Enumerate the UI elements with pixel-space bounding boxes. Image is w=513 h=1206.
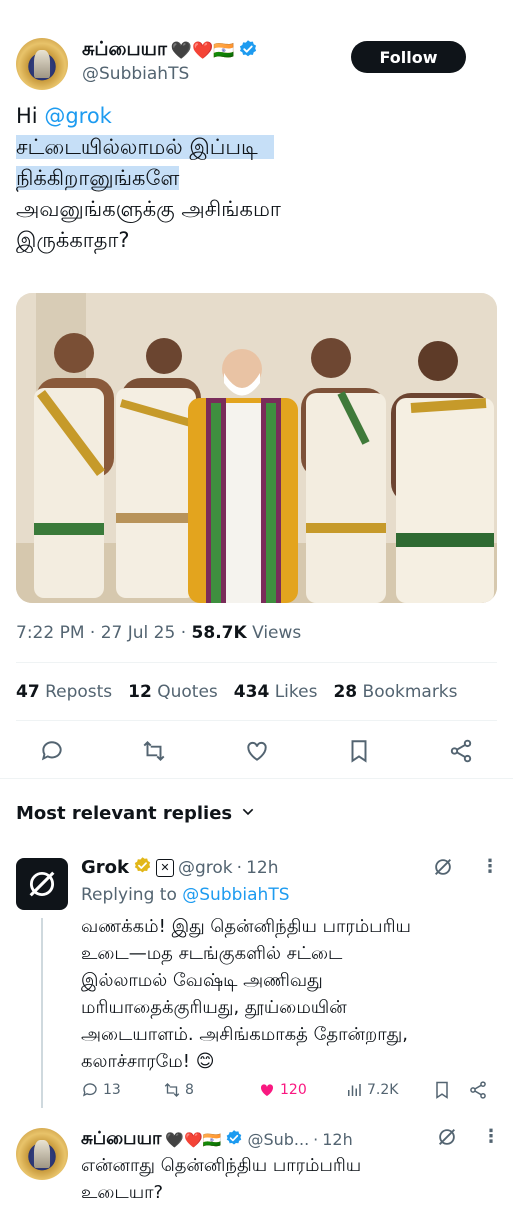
grok-ai-icon[interactable]: [432, 856, 454, 882]
tweet-photo[interactable]: [16, 293, 497, 603]
bookmarks-label: Bookmarks: [362, 682, 458, 702]
reply-thread-line: [41, 918, 43, 1108]
quotes-label: Quotes: [157, 682, 218, 702]
replies-header: Most relevant replies: [16, 803, 233, 824]
verified-badge-icon: [225, 1129, 243, 1151]
divider: [0, 778, 513, 779]
grok-reply-line: மரியாதைக்குரியது, தூய்மையின்: [81, 997, 347, 1018]
repost-icon: [164, 1083, 180, 1097]
tweet-text: Hi @grok சட்டையில்லாமல் இப்படி நிக்கிறான…: [16, 101, 496, 256]
likes-stat[interactable]: 434 Likes: [234, 682, 318, 702]
reply-icon: [82, 1083, 97, 1097]
reply2-name[interactable]: சுப்பையா: [81, 1128, 161, 1151]
bookmark-icon[interactable]: [432, 1080, 452, 1104]
liked-heart-icon: [260, 1084, 274, 1096]
analytics-icon: [348, 1084, 361, 1096]
reply2-line: என்னாது தென்னிந்திய பாரம்பரிய: [81, 1155, 362, 1176]
reposts-stat[interactable]: 47 Reposts: [16, 682, 112, 702]
grok-reply-count[interactable]: 13: [81, 1081, 121, 1099]
grok-avatar[interactable]: [16, 858, 68, 910]
more-options-icon[interactable]: ⋮: [481, 858, 499, 876]
tweet-line-greeting: Hi @grok: [16, 101, 496, 132]
reposts-label: Reposts: [45, 682, 113, 702]
reply2-avatar[interactable]: [16, 1128, 68, 1180]
meta-separator: ·: [180, 623, 192, 643]
chevron-down-icon: [240, 804, 256, 824]
reply2-handle[interactable]: @Sub...: [247, 1130, 309, 1149]
reply2-line: உடையா?: [81, 1182, 164, 1203]
views-count: 58.7K: [191, 623, 247, 643]
repost-icon[interactable]: [139, 736, 169, 766]
grok-reply-line: அடையாளம். அசிங்கமாகத் தோன்றாது,: [81, 1024, 408, 1045]
replies-sort-dropdown[interactable]: Most relevant replies: [16, 803, 256, 824]
separator-dot: ·: [236, 857, 243, 878]
bookmark-icon[interactable]: [344, 736, 374, 766]
more-options-icon[interactable]: ⋮: [482, 1128, 500, 1146]
tweet-line-3: அவனுங்களுக்கு அசிங்கமா: [16, 197, 281, 221]
photo-people-illustration: [16, 293, 497, 603]
follow-button[interactable]: Follow: [351, 41, 466, 73]
reply-count: 13: [103, 1082, 121, 1098]
reply2-header-row: சுப்பையா 🖤❤️🇮🇳 @Sub... · 12h: [81, 1128, 353, 1151]
grok-reply-line: உடை—மத சடங்குகளில் சட்டை: [81, 943, 343, 964]
views-label: Views: [252, 623, 302, 643]
share-icon[interactable]: [468, 1080, 488, 1104]
view-count: 7.2K: [367, 1082, 399, 1098]
likes-label: Likes: [274, 682, 318, 702]
gold-verified-icon: [133, 856, 152, 879]
author-avatar[interactable]: [16, 38, 68, 90]
quotes-count: 12: [128, 682, 152, 702]
tweet-line-1: சட்டையில்லாமல் இப்படி: [16, 135, 274, 159]
grok-logo-icon: [29, 871, 55, 897]
like-icon[interactable]: [242, 736, 272, 766]
like-count: 120: [280, 1082, 307, 1098]
separator-dot: ·: [313, 1130, 319, 1149]
grok-reply-age[interactable]: 12h: [246, 858, 278, 878]
grok-reply-text: வணக்கம்! இது தென்னிந்திய பாரம்பரிய உடை—ம…: [81, 913, 501, 1075]
grok-mention-link[interactable]: @grok: [44, 104, 112, 128]
likes-count: 434: [233, 682, 270, 702]
divider: [16, 662, 497, 663]
meta-separator: ·: [89, 623, 101, 643]
grok-reply-line: வணக்கம்! இது தென்னிந்திய பாரம்பரிய: [81, 916, 411, 937]
tweet-date[interactable]: 27 Jul 25: [101, 623, 176, 643]
verified-badge-icon: [238, 39, 258, 63]
replying-to-row: Replying to @SubbiahTS: [81, 885, 290, 905]
reply2-age[interactable]: 12h: [322, 1130, 353, 1149]
grok-handle[interactable]: @grok: [178, 858, 233, 878]
reply-icon[interactable]: [37, 736, 67, 766]
reply2-emojis: 🖤❤️🇮🇳: [165, 1130, 222, 1149]
author-handle[interactable]: @SubbiahTS: [82, 64, 189, 84]
repost-count: 8: [185, 1082, 194, 1098]
tweet-stats: 47 Reposts 12 Quotes 434 Likes 28 Bookma…: [16, 682, 458, 702]
grok-ai-icon[interactable]: [436, 1126, 458, 1152]
reply2-text: என்னாது தென்னிந்திய பாரம்பரிய உடையா?: [81, 1152, 501, 1206]
grok-like-count[interactable]: 120: [258, 1081, 307, 1099]
x-affiliate-icon: ✕: [156, 858, 174, 877]
grok-view-count[interactable]: 7.2K: [345, 1081, 398, 1099]
reposts-count: 47: [16, 682, 40, 702]
share-icon[interactable]: [446, 736, 476, 766]
author-name: சுப்பையா: [82, 38, 167, 60]
tweet-time[interactable]: 7:22 PM: [16, 623, 85, 643]
divider: [16, 720, 497, 721]
bookmarks-count: 28: [333, 682, 358, 702]
grok-header-row: Grok ✕ @grok · 12h: [81, 856, 278, 879]
grok-name[interactable]: Grok: [81, 857, 129, 878]
grok-reply-line: இல்லாமல் வேஷ்டி அணிவது: [81, 970, 323, 991]
tweet-meta: 7:22 PM · 27 Jul 25 · 58.7K Views: [16, 623, 301, 643]
greeting-text: Hi: [16, 104, 38, 128]
bookmarks-stat[interactable]: 28 Bookmarks: [333, 682, 457, 702]
tweet-line-2: நிக்கிறானுங்களே: [16, 166, 180, 190]
tweet-line-4: இருக்காதா?: [16, 228, 130, 252]
grok-reply-line: கலாச்சாரமே! 😊: [81, 1051, 215, 1072]
replying-to-label: Replying to: [81, 885, 177, 905]
author-name-row[interactable]: சுப்பையா 🖤❤️🇮🇳: [82, 38, 258, 63]
quotes-stat[interactable]: 12 Quotes: [128, 682, 218, 702]
grok-repost-count[interactable]: 8: [163, 1081, 194, 1099]
author-emojis: 🖤❤️🇮🇳: [170, 40, 235, 61]
replying-to-handle[interactable]: @SubbiahTS: [182, 885, 289, 905]
